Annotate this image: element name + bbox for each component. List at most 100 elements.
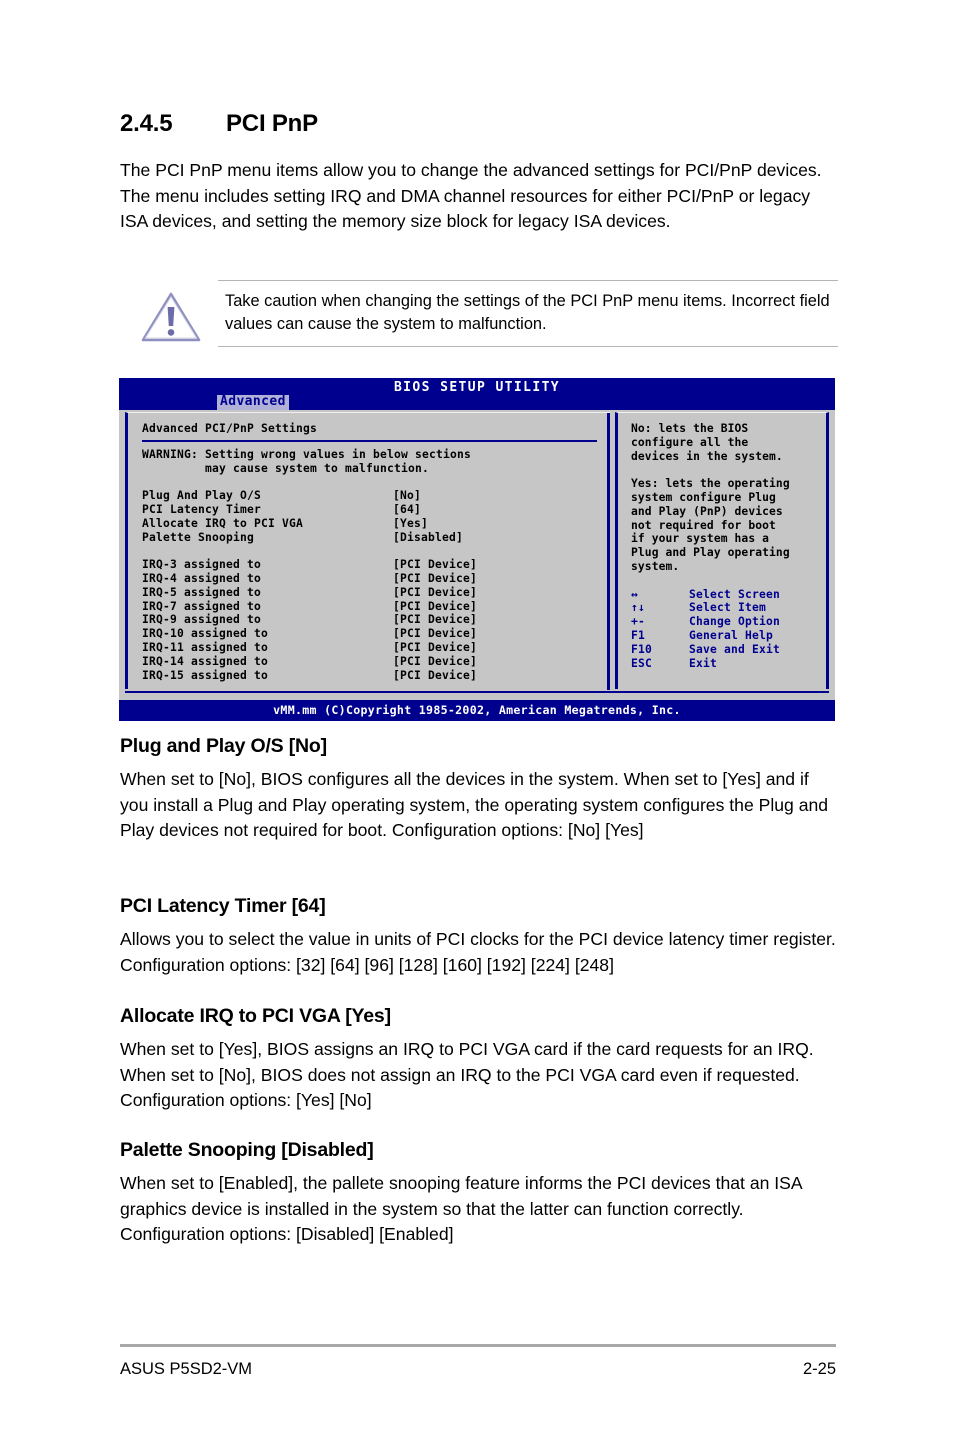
subsection-body: When set to [No], BIOS configures all th… [120, 769, 829, 840]
bios-bottom-divider [125, 691, 829, 693]
setting-label: IRQ-3 assigned to [142, 558, 262, 572]
subsection-allocate-irq-to-pci-vga: Allocate IRQ to PCI VGA [Yes] When set t… [120, 1005, 840, 1114]
bios-key-legend-row: ↔ Select Screen [631, 588, 826, 602]
key-glyph: ↔ [631, 587, 639, 601]
bios-warning-line-1: WARNING: Setting wrong values in below s… [142, 447, 472, 461]
setting-label: Palette Snooping [142, 530, 255, 544]
setting-value: [PCI Device] [393, 585, 478, 599]
setting-value: [PCI Device] [393, 640, 478, 654]
bios-setting-row[interactable]: PCI Latency Timer [64] [142, 503, 610, 517]
bios-key-legend-row: F10 Save and Exit [631, 643, 826, 657]
bios-warning-line-2: may cause system to malfunction. [142, 461, 430, 475]
bios-title-bar: BIOS SETUP UTILITY Advanced [119, 378, 835, 410]
setting-value: [PCI Device] [393, 627, 478, 641]
subsection-heading: Allocate IRQ to PCI VGA [Yes] [120, 1005, 391, 1027]
subsection-heading: PCI Latency Timer [64] [120, 895, 326, 917]
setting-label: IRQ-7 assigned to [142, 599, 262, 613]
bios-settings-list: Plug And Play O/S [No] PCI Latency Timer [6… [142, 489, 610, 544]
key-action-label: General Help [689, 628, 774, 642]
bios-irq-list: IRQ-3 assigned to [PCI Device] IRQ-4 assig… [142, 558, 610, 682]
setting-label: PCI Latency Timer [142, 502, 262, 516]
bios-key-legend-row: F1 General Help [631, 629, 826, 643]
setting-label: IRQ-11 assigned to [142, 640, 269, 654]
key-glyph: +- [631, 615, 646, 629]
bios-setting-row[interactable]: Allocate IRQ to PCI VGA [Yes] [142, 517, 610, 531]
setting-value: [PCI Device] [393, 558, 478, 572]
key-glyph: ESC [631, 656, 653, 670]
caution-note: Take caution when changing the settings … [140, 280, 840, 350]
section-number: 2.4.5 [120, 110, 173, 137]
setting-value: [No] [393, 489, 422, 503]
setting-value: [PCI Device] [393, 613, 478, 627]
setting-value: [PCI Device] [393, 668, 478, 682]
key-glyph: F1 [631, 628, 646, 642]
key-action-label: Exit [689, 656, 718, 670]
setting-label: IRQ-4 assigned to [142, 571, 262, 585]
key-action-label: Save and Exit [689, 642, 781, 656]
bios-irq-row[interactable]: IRQ-5 assigned to [PCI Device] [142, 586, 610, 600]
bios-irq-row[interactable]: IRQ-9 assigned to [PCI Device] [142, 613, 610, 627]
subsection-body: When set to [Yes], BIOS assigns an IRQ t… [120, 1039, 814, 1110]
bios-title: BIOS SETUP UTILITY [393, 380, 561, 395]
setting-label: Plug And Play O/S [142, 489, 262, 503]
key-glyph: ↑↓ [631, 601, 646, 615]
bios-irq-row[interactable]: IRQ-7 assigned to [PCI Device] [142, 600, 610, 614]
bios-key-legend-row: +- Change Option [631, 615, 826, 629]
bios-irq-row[interactable]: IRQ-4 assigned to [PCI Device] [142, 572, 610, 586]
bios-settings-panel: Advanced PCI/PnP Settings WARNING: Setti… [125, 412, 610, 690]
subsection-plug-and-play-os: Plug and Play O/S [No] When set to [No],… [120, 735, 840, 844]
bios-help-paragraph-1: No: lets the BIOS configure all the devi… [631, 422, 783, 463]
key-glyph: F10 [631, 642, 653, 656]
bios-help-panel: No: lets the BIOS configure all the devi… [615, 412, 829, 689]
key-action-label: Select Screen [689, 587, 781, 601]
bios-panel-divider [142, 439, 597, 442]
subsection-palette-snooping: Palette Snooping [Disabled] When set to … [120, 1139, 840, 1248]
setting-label: IRQ-9 assigned to [142, 613, 262, 627]
bios-body: Advanced PCI/PnP Settings WARNING: Setti… [119, 410, 835, 693]
bios-panel-title: Advanced PCI/PnP Settings [142, 422, 318, 435]
section-title: PCI PnP [226, 110, 318, 137]
bios-copyright-bar: vMM.mm (C)Copyright 1985-2002, American … [119, 700, 835, 721]
footer-product-name: ASUS P5SD2-VM [120, 1360, 253, 1378]
bios-irq-row[interactable]: IRQ-15 assigned to [PCI Device] [142, 669, 610, 683]
subsection-body: When set to [Enabled], the pallete snoop… [120, 1173, 802, 1244]
setting-value: [Disabled] [393, 530, 464, 544]
setting-label: IRQ-10 assigned to [142, 627, 269, 641]
bios-key-legend-row: ESC Exit [631, 657, 826, 671]
setting-value: [PCI Device] [393, 599, 478, 613]
bios-tab-advanced[interactable]: Advanced [217, 395, 289, 410]
bios-irq-row[interactable]: IRQ-14 assigned to [PCI Device] [142, 655, 610, 669]
setting-label: IRQ-14 assigned to [142, 654, 269, 668]
key-action-label: Change Option [689, 615, 781, 629]
key-action-label: Select Item [689, 601, 767, 615]
bios-setting-row[interactable]: Palette Snooping [Disabled] [142, 531, 610, 545]
bios-irq-row[interactable]: IRQ-10 assigned to [PCI Device] [142, 627, 610, 641]
bios-setup-screenshot: BIOS SETUP UTILITY Advanced Advanced PCI… [119, 378, 835, 721]
subsection-pci-latency-timer: PCI Latency Timer [64] Allows you to sel… [120, 895, 840, 978]
warning-triangle-icon [140, 290, 202, 344]
caution-note-text: Take caution when changing the settings … [218, 280, 838, 347]
page-title: 2.4.5 PCI PnP [120, 110, 840, 138]
setting-label: IRQ-15 assigned to [142, 668, 269, 682]
subsection-body: Allows you to select the value in units … [120, 929, 836, 975]
section-intro-paragraph: The PCI PnP menu items allow you to chan… [120, 160, 822, 231]
setting-value: [64] [393, 502, 422, 516]
footer-divider [120, 1344, 836, 1347]
manual-page: 2.4.5 PCI PnP The PCI PnP menu items all… [0, 0, 954, 1438]
bios-setting-row[interactable]: Plug And Play O/S [No] [142, 489, 610, 503]
bios-irq-row[interactable]: IRQ-3 assigned to [PCI Device] [142, 558, 610, 572]
subsection-heading: Plug and Play O/S [No] [120, 735, 327, 757]
setting-value: [PCI Device] [393, 654, 478, 668]
setting-label: Allocate IRQ to PCI VGA [142, 516, 304, 530]
bios-help-paragraph-2: Yes: lets the operating system configure… [631, 477, 790, 573]
bios-key-legend: ↔ Select Screen ↑↓ Select Item +- Change Opti… [631, 588, 826, 671]
setting-label: IRQ-5 assigned to [142, 585, 262, 599]
bios-irq-row[interactable]: IRQ-11 assigned to [PCI Device] [142, 641, 610, 655]
bios-key-legend-row: ↑↓ Select Item [631, 601, 826, 615]
setting-value: [Yes] [393, 516, 429, 530]
setting-value: [PCI Device] [393, 571, 478, 585]
footer-page-number: 2-25 [802, 1360, 836, 1378]
